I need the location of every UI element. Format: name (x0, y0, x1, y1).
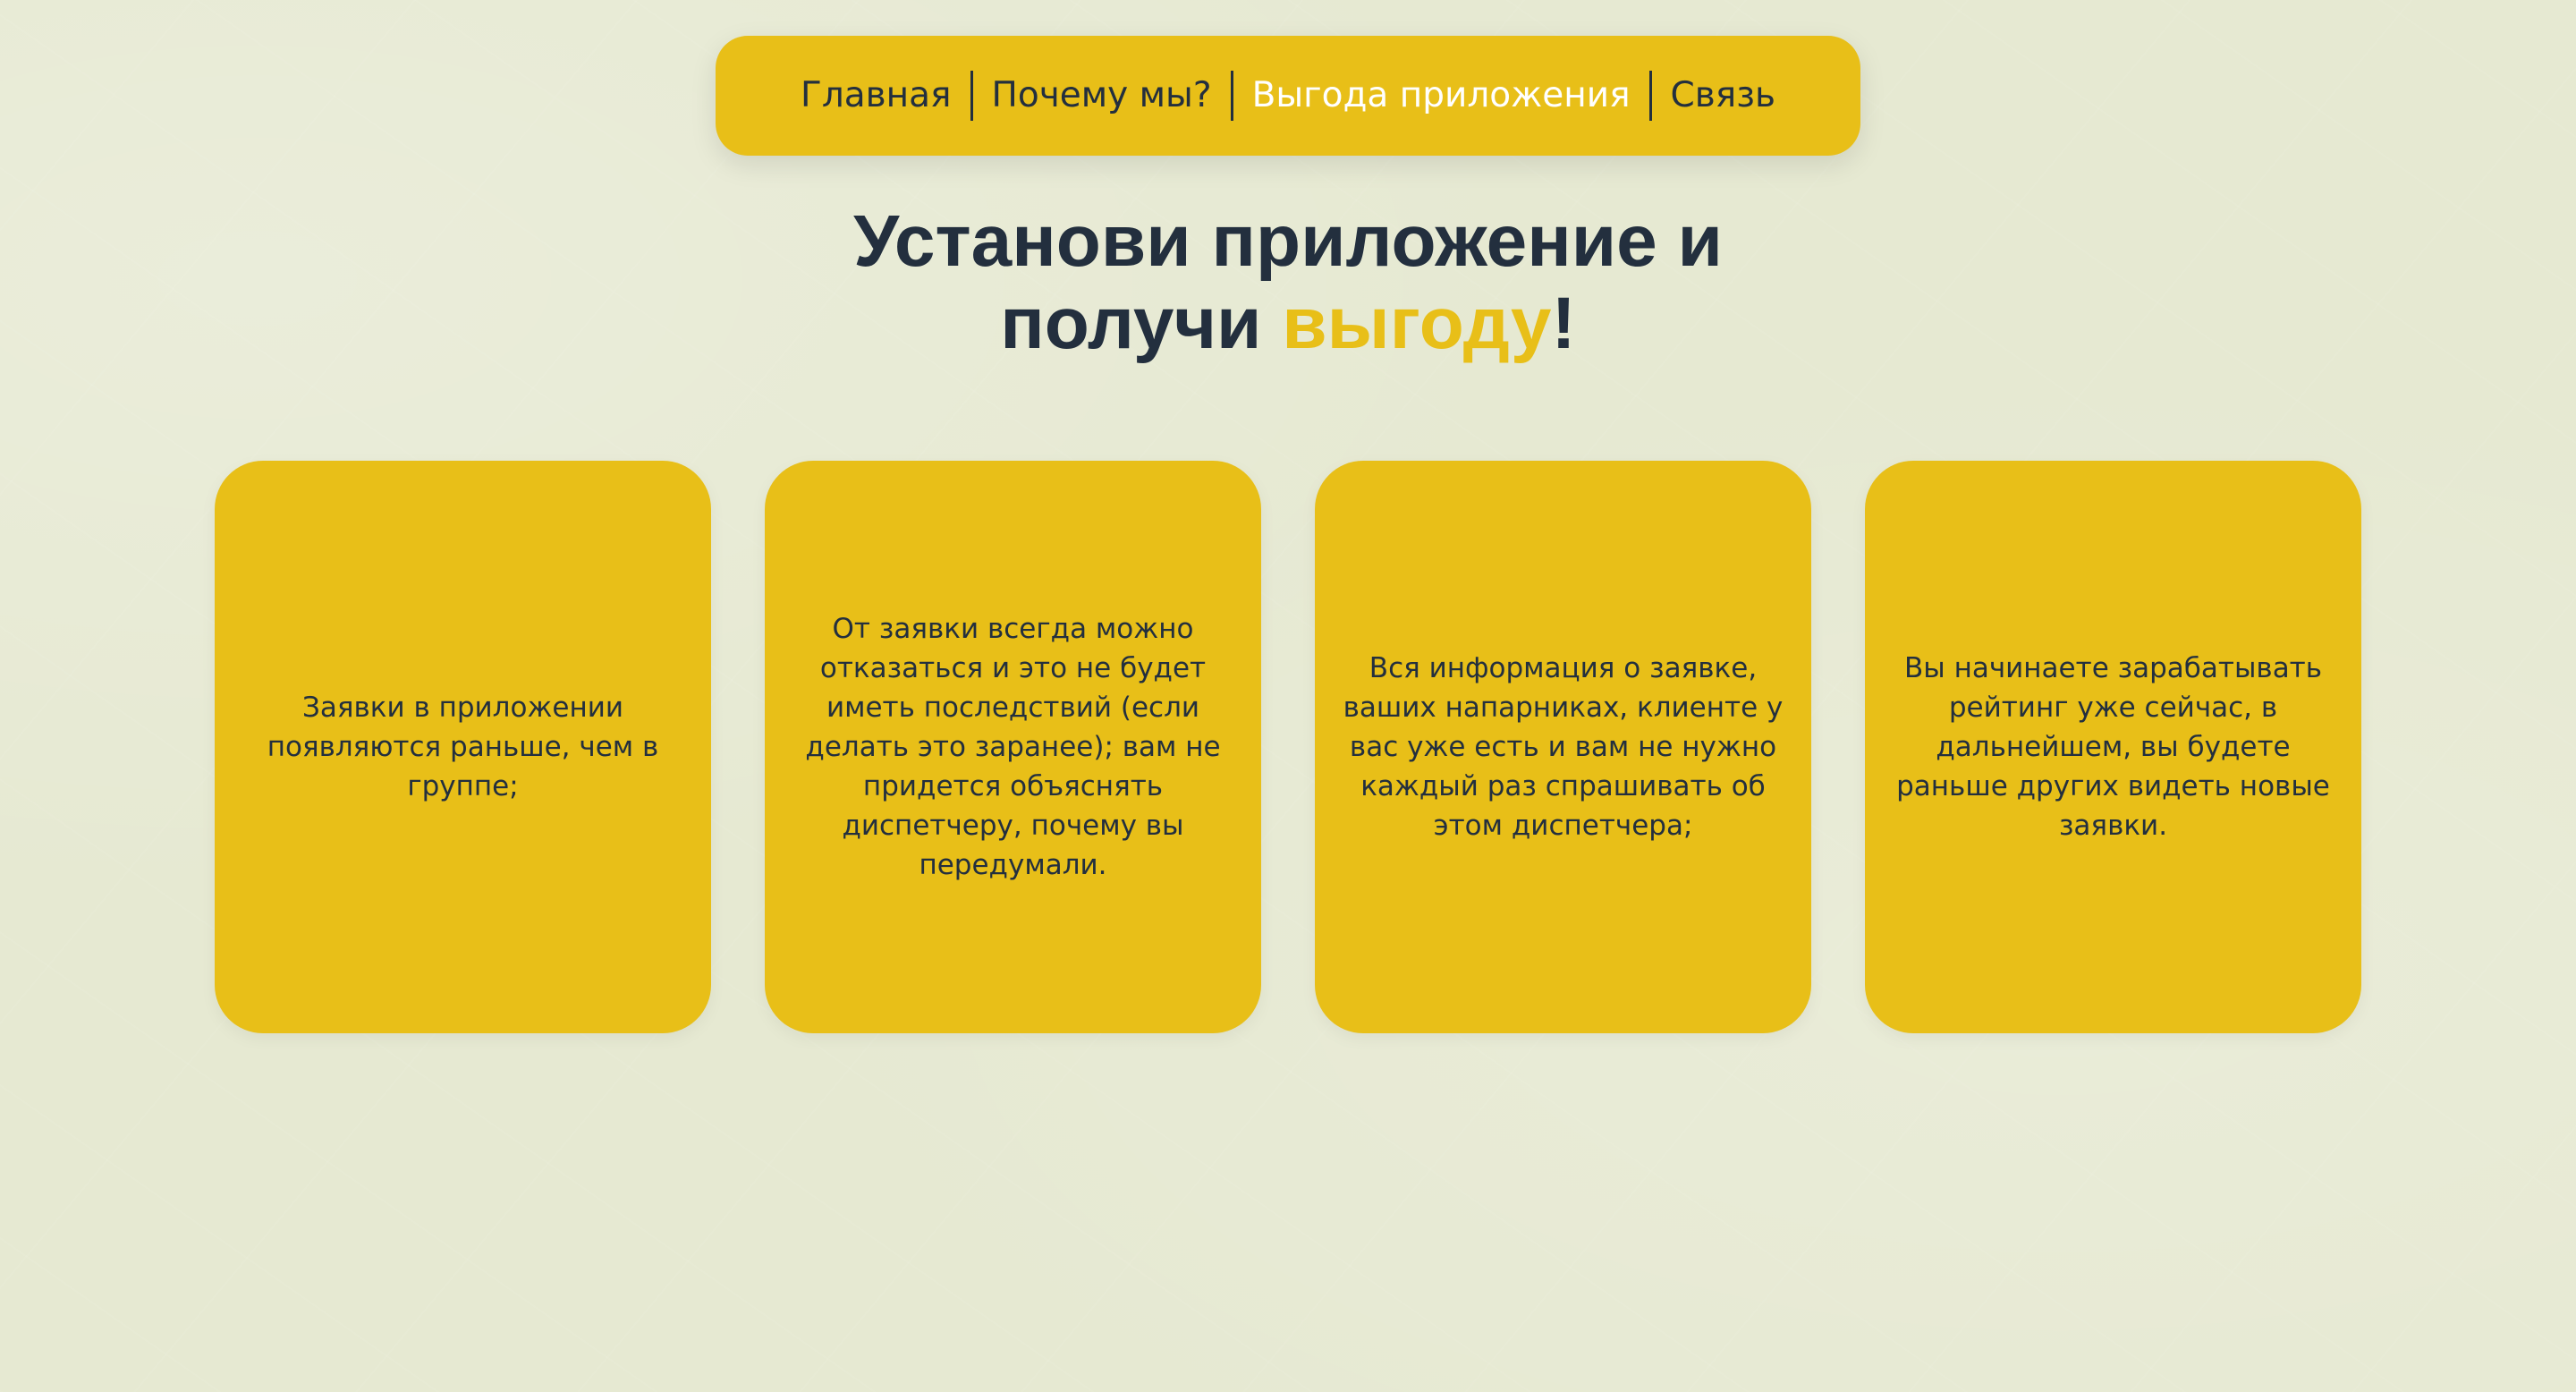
page-title-prefix: получи (1000, 283, 1283, 364)
page-title-line-1: Установи приложение и (853, 200, 1723, 282)
nav-item-contact[interactable]: Связь (1652, 71, 1794, 121)
page-title: Установи приложение и получи выгоду! (0, 200, 2576, 365)
top-navigation: Главная Почему мы? Выгода приложения Свя… (716, 36, 1860, 156)
benefit-card-text: Вы начинаете зарабатывать рейтинг уже се… (1896, 652, 2330, 842)
benefit-card-4: Вы начинаете зарабатывать рейтинг уже се… (1865, 461, 2361, 1033)
benefit-card-3: Вся информация о заявке, ваших напарника… (1315, 461, 1811, 1033)
benefit-card-text: Вся информация о заявке, ваших напарника… (1343, 652, 1784, 842)
nav-item-home[interactable]: Главная (782, 71, 970, 121)
benefit-card-text: Заявки в приложении появляются раньше, ч… (267, 692, 659, 802)
benefit-card-2: От заявки всегда можно отказаться и это … (765, 461, 1261, 1033)
benefit-card-text: От заявки всегда можно отказаться и это … (805, 613, 1221, 881)
nav-item-app-benefits[interactable]: Выгода приложения (1233, 71, 1649, 121)
page-title-suffix: ! (1551, 283, 1576, 364)
nav-item-why-us[interactable]: Почему мы? (973, 71, 1231, 121)
benefit-cards: Заявки в приложении появляются раньше, ч… (215, 461, 2361, 1033)
page-title-accent-word: выгоду (1282, 283, 1552, 364)
benefit-card-1: Заявки в приложении появляются раньше, ч… (215, 461, 711, 1033)
